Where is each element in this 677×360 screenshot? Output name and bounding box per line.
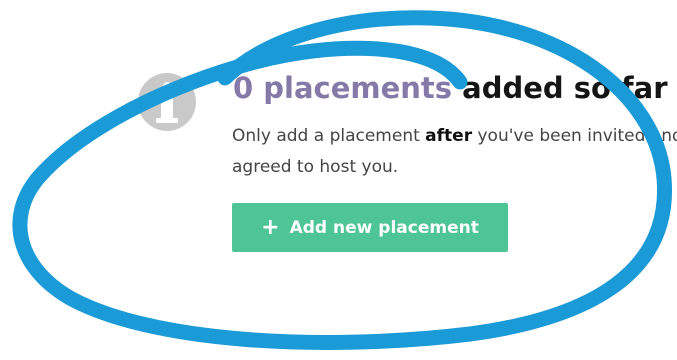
placement-instructions: Only add a placement after you've been i… bbox=[232, 121, 677, 183]
placements-heading: 0 placements added so far bbox=[233, 70, 668, 106]
info-icon bbox=[138, 73, 196, 131]
plus-icon: + bbox=[261, 214, 280, 240]
add-button-label: Add new placement bbox=[289, 217, 479, 238]
placement-count: 0 placements bbox=[233, 71, 453, 105]
add-new-placement-button[interactable]: + Add new placement bbox=[232, 203, 508, 252]
placements-panel: 0 placements added so far Only add a pla… bbox=[0, 0, 677, 360]
instruction-text-start: Only add a placement bbox=[232, 126, 426, 146]
instruction-emphasis: after bbox=[425, 126, 473, 146]
heading-rest: added so far bbox=[452, 71, 668, 105]
